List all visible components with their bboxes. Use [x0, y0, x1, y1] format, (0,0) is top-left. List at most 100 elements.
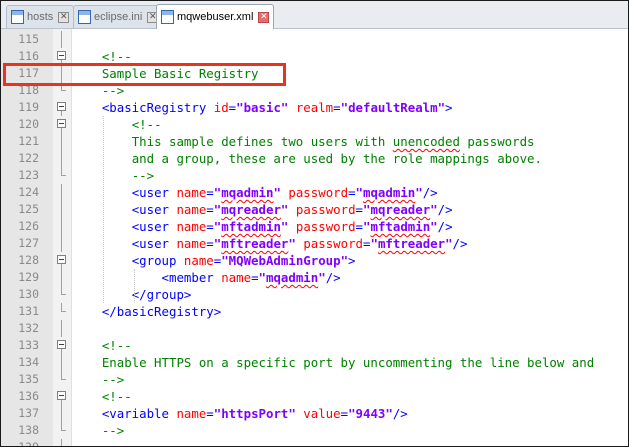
code-line[interactable]: 120 <!--: [1, 116, 628, 133]
code-line[interactable]: 119 <basicRegistry id="basic" realm="def…: [1, 99, 628, 116]
code-token: <!--: [131, 117, 162, 132]
code-line[interactable]: 124 <user name="mqadmin" password="mqadm…: [1, 184, 628, 201]
code-token: "MQWebAdminGroup": [221, 253, 349, 268]
code-line[interactable]: 130 </group>: [1, 286, 628, 303]
code-token: name: [176, 219, 207, 234]
code-line[interactable]: 123 -->: [1, 167, 628, 184]
code-text: <!--: [72, 116, 162, 133]
code-token: name: [176, 236, 207, 251]
fold-line-marker: [56, 354, 67, 371]
code-token: <group: [131, 253, 184, 268]
line-number: 124: [18, 185, 39, 199]
file-icon: [11, 10, 24, 24]
line-number: 126: [18, 219, 39, 233]
fold-end-marker: [56, 303, 67, 320]
code-line[interactable]: 139: [1, 439, 628, 446]
code-text: <!--: [72, 337, 132, 354]
fold-end-marker: [56, 422, 67, 439]
code-line[interactable]: 115: [1, 31, 628, 48]
code-token: password: [295, 202, 356, 217]
code-line[interactable]: 137 <variable name="httpsPort" value="94…: [1, 405, 628, 422]
fold-line-marker: [56, 31, 67, 48]
fold-line-marker: [56, 201, 67, 218]
code-token: ": [415, 185, 423, 200]
code-token: and a group, these are used by the role …: [131, 151, 542, 166]
code-token: >: [445, 100, 453, 115]
code-token: name: [183, 253, 214, 268]
tab-eclipse-ini[interactable]: eclipse.ini ✕: [73, 5, 164, 28]
code-line[interactable]: 125 <user name="mqreader" password="mqre…: [1, 201, 628, 218]
code-line[interactable]: 132: [1, 320, 628, 337]
code-line[interactable]: 134 Enable HTTPS on a specific port by u…: [1, 354, 628, 371]
code-line[interactable]: 135 -->: [1, 371, 628, 388]
code-token: />: [392, 406, 408, 421]
line-number: 134: [18, 355, 39, 369]
code-token: <user: [131, 236, 177, 251]
fold-line-marker: [56, 218, 67, 235]
tab-hosts[interactable]: hosts ✕: [6, 5, 75, 28]
code-token: -->: [131, 168, 155, 183]
indent-guide: [134, 269, 135, 303]
code-line[interactable]: 128 <group name="MQWebAdminGroup">: [1, 252, 628, 269]
code-editor[interactable]: 115 116 <!-- 117 Sample Basic Registry 118 …: [1, 29, 628, 446]
code-token: password: [288, 185, 349, 200]
code-token: </basicRegistry>: [101, 304, 222, 319]
code-line[interactable]: 122 and a group, these are used by the r…: [1, 150, 628, 167]
fold-line-marker: [56, 405, 67, 422]
code-token: value: [303, 406, 341, 421]
code-token: <basicRegistry: [101, 100, 214, 115]
tab-label: mqwebuser.xml: [177, 11, 254, 23]
code-token: <variable: [101, 406, 177, 421]
code-token: mftreader: [377, 236, 446, 251]
tab-mqwebuser-xml[interactable]: mqwebuser.xml ✕: [156, 4, 275, 29]
code-token: password: [295, 219, 356, 234]
code-token: ": [370, 236, 378, 251]
code-text: and a group, these are used by the role …: [72, 150, 542, 167]
code-line[interactable]: 129 <member name="mqadmin"/>: [1, 269, 628, 286]
fold-toggle-icon[interactable]: [56, 337, 67, 354]
code-line[interactable]: 136 <!--: [1, 388, 628, 405]
line-number: 131: [18, 304, 39, 318]
fold-end-marker: [56, 286, 67, 303]
code-token: This sample defines two users with: [131, 134, 393, 149]
close-icon[interactable]: ✕: [58, 11, 70, 23]
code-line[interactable]: 133 <!--: [1, 337, 628, 354]
code-line[interactable]: 131 </basicRegistry>: [1, 303, 628, 320]
code-token: passwords: [459, 134, 535, 149]
code-text: <user name="mftadmin" password="mftadmin…: [72, 218, 453, 235]
line-number: 130: [18, 287, 39, 301]
fold-toggle-icon[interactable]: [56, 99, 67, 116]
code-token: mqreader: [370, 202, 431, 217]
code-token: "9443": [348, 406, 393, 421]
code-token: ": [258, 270, 266, 285]
code-token: <user: [131, 185, 177, 200]
close-icon[interactable]: ✕: [258, 11, 270, 23]
fold-toggle-icon[interactable]: [56, 116, 67, 133]
tab-bar: hosts ✕ eclipse.ini ✕ mqwebuser.xml ✕: [1, 1, 628, 29]
code-line[interactable]: 127 <user name="mftreader" password="mft…: [1, 235, 628, 252]
fold-toggle-icon[interactable]: [56, 252, 67, 269]
code-token: =: [206, 236, 214, 251]
code-token: ": [430, 219, 438, 234]
code-line[interactable]: 121 This sample defines two users with u…: [1, 133, 628, 150]
fold-toggle-icon[interactable]: [56, 388, 67, 405]
code-line[interactable]: 126 <user name="mftadmin" password="mfta…: [1, 218, 628, 235]
code-token: =: [206, 185, 214, 200]
fold-line-marker: [56, 320, 67, 337]
code-line[interactable]: 138 -->: [1, 422, 628, 439]
code-text: <group name="MQWebAdminGroup">: [72, 252, 356, 269]
line-number: 123: [18, 168, 39, 182]
fold-line-marker: [56, 269, 67, 286]
code-token: name: [221, 270, 252, 285]
code-token: name: [176, 185, 207, 200]
